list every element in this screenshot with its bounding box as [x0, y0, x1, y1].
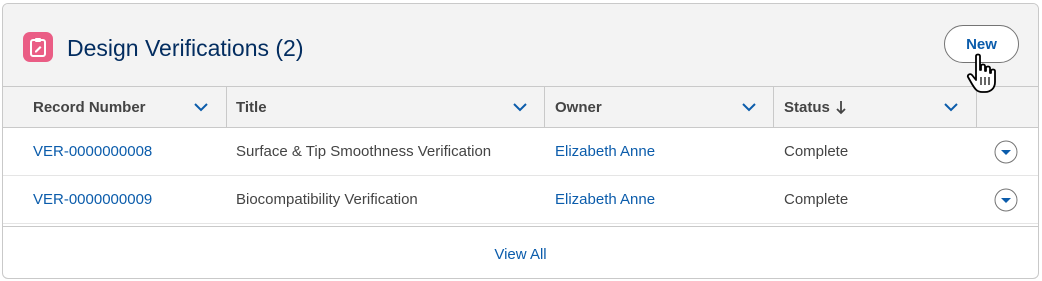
card-title[interactable]: Design Verifications (2)	[67, 33, 304, 63]
sort-descending-arrow-icon	[836, 101, 846, 115]
card-header: Design Verifications (2) New	[3, 4, 1038, 86]
chevron-down-icon[interactable]	[741, 101, 757, 113]
hand-pointer-cursor-icon	[966, 53, 996, 93]
record-number-link[interactable]: VER-0000000009	[33, 176, 152, 223]
title-cell: Surface & Tip Smoothness Verification	[236, 143, 492, 160]
title-cell: Biocompatibility Verification	[236, 191, 418, 208]
row-actions-dropdown-icon[interactable]	[994, 188, 1018, 212]
table-row: VER-0000000009 Biocompatibility Verifica…	[3, 176, 1038, 224]
column-divider[interactable]	[544, 87, 545, 127]
chevron-down-icon[interactable]	[512, 101, 528, 113]
clipboard-edit-icon	[23, 32, 53, 62]
table-header: Record Number Title Owner Status	[3, 86, 1038, 128]
design-verifications-card: Design Verifications (2) New Record Numb…	[2, 3, 1039, 279]
owner-link[interactable]: Elizabeth Anne	[555, 128, 655, 175]
view-all-link[interactable]: View All	[3, 227, 1038, 278]
chevron-down-icon[interactable]	[193, 101, 209, 113]
table-row: VER-0000000008 Surface & Tip Smoothness …	[3, 128, 1038, 176]
column-header-status[interactable]: Status	[784, 87, 830, 127]
status-cell: Complete	[784, 143, 849, 160]
column-header-record-number[interactable]: Record Number	[33, 87, 146, 127]
row-actions-dropdown-icon[interactable]	[994, 140, 1018, 164]
status-cell: Complete	[784, 191, 849, 208]
card-footer: View All	[3, 226, 1038, 278]
chevron-down-icon[interactable]	[943, 101, 959, 113]
owner-link[interactable]: Elizabeth Anne	[555, 176, 655, 223]
column-header-owner[interactable]: Owner	[555, 87, 602, 127]
column-divider[interactable]	[226, 87, 227, 127]
column-divider[interactable]	[773, 87, 774, 127]
record-number-link[interactable]: VER-0000000008	[33, 128, 152, 175]
column-header-title[interactable]: Title	[236, 87, 267, 127]
